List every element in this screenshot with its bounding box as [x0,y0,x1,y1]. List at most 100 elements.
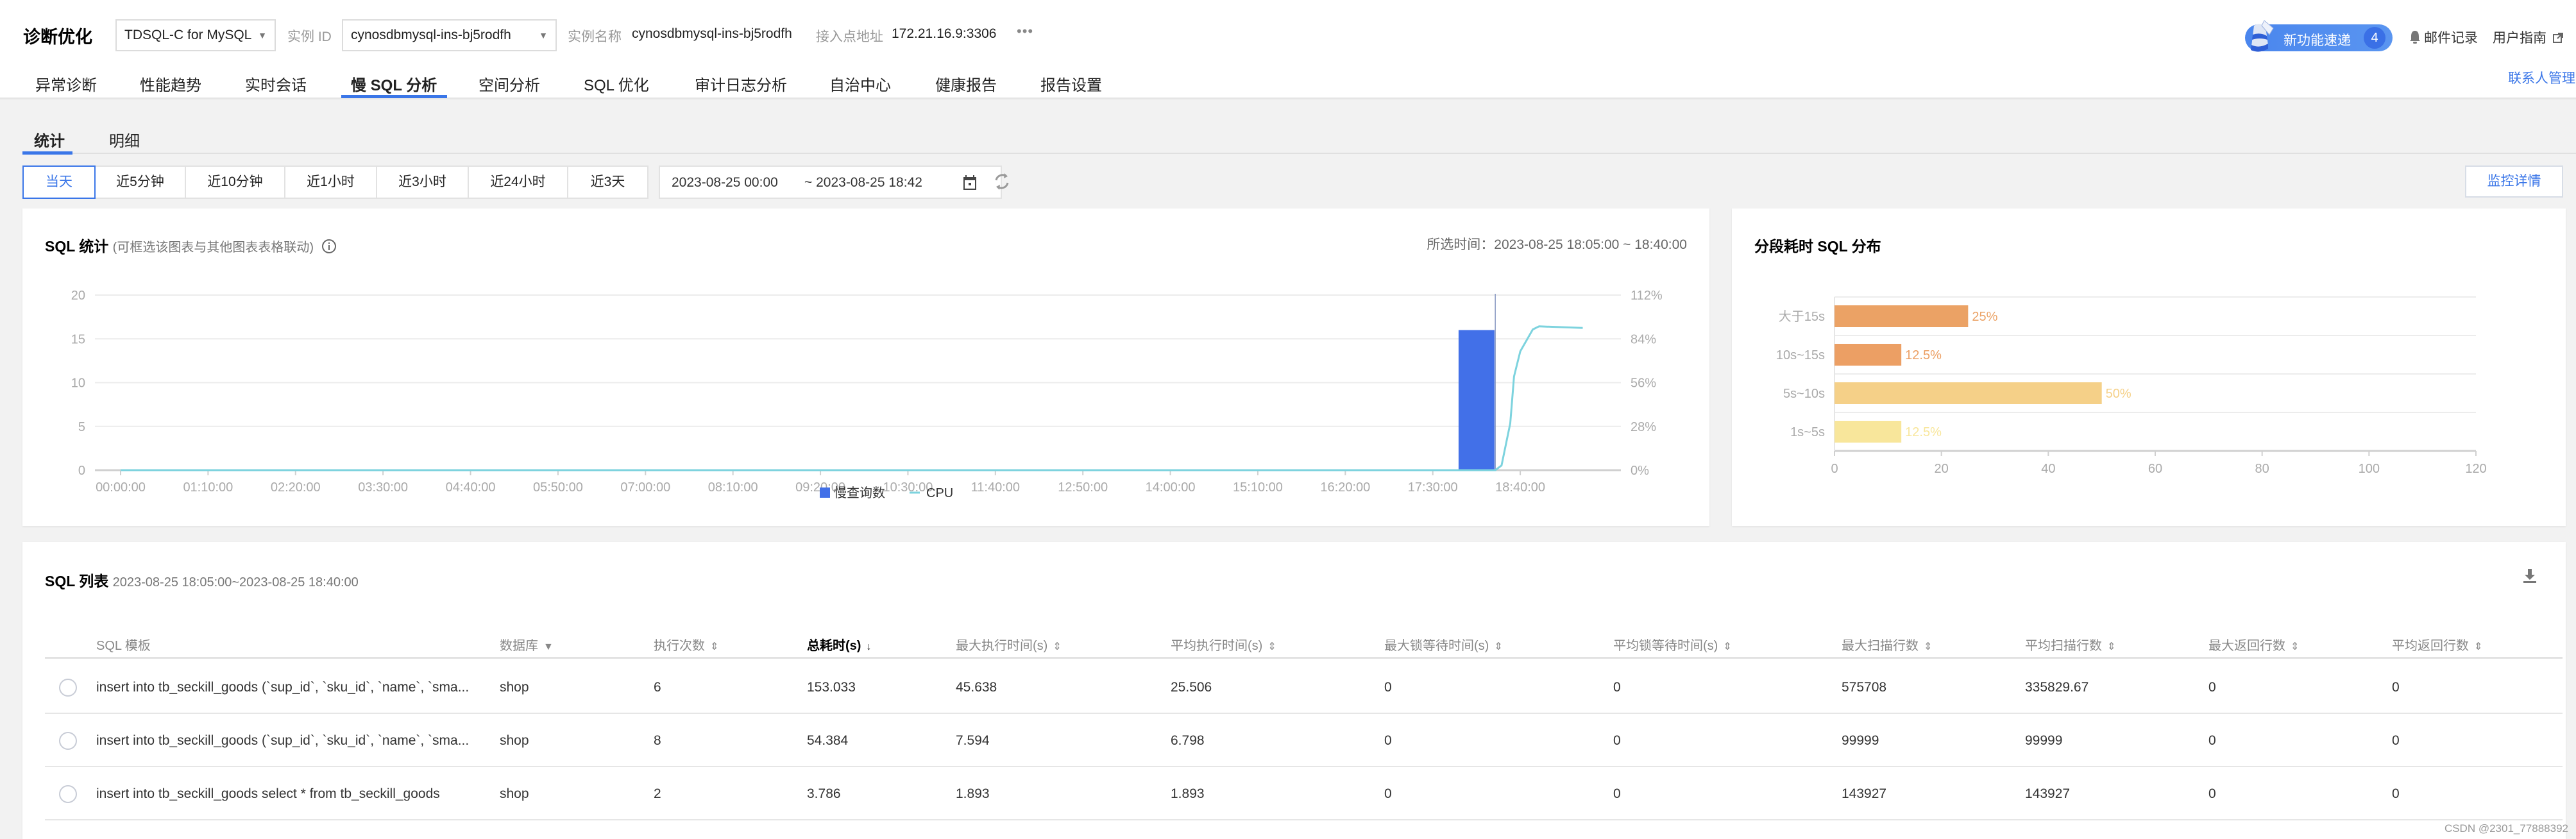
table-cell: 0 [1613,733,1621,748]
distribution-bar [1835,382,2102,404]
subtab-divider [22,153,2576,154]
user-guide-label: 用户指南 [2493,31,2546,46]
sql-template-cell[interactable]: insert into tb_seckill_goods select * fr… [96,786,440,802]
table-row[interactable]: insert into tb_seckill_goods (`sup_id`, … [45,661,2563,714]
sql-template-cell[interactable]: insert into tb_seckill_goods (`sup_id`, … [96,680,469,695]
column-header-label: 最大执行时间(s) [956,639,1048,653]
sort-icon[interactable]: ⇕ [1267,641,1276,652]
x-tick-label: 40 [2041,462,2055,476]
table-cell: 0 [1384,680,1392,695]
filter-icon[interactable]: ▼ [543,641,554,652]
instance-id-value: cynosdbmysql-ins-bj5rodfh [351,28,511,42]
date-range-picker[interactable]: 2023-08-25 00:00 ~ 2023-08-25 18:42 [659,165,1002,199]
row-radio[interactable] [59,785,77,803]
row-radio[interactable] [59,732,77,750]
x-tick-label: 10:30:00 [883,480,933,495]
table-cell: 0 [2392,733,2400,748]
sql-stats-chart[interactable]: 0 0% 5 28% 10 56% 15 84% 20 112% 00:00:00 01:10:00 0… [22,208,1709,526]
sort-icon[interactable]: ⇕ [1494,641,1502,652]
tab-audit-log-analysis[interactable]: 审计日志分析 [695,72,787,95]
user-guide-link[interactable]: 用户指南 [2493,28,2563,47]
x-tick-label: 17:30:00 [1408,480,1458,495]
caret-down-icon: ▼ [539,30,548,40]
y-right-tick-label: 56% [1631,377,1656,391]
tab-performance-trend[interactable]: 性能趋势 [140,72,201,95]
tab-autonomy-center[interactable]: 自治中心 [829,72,891,95]
range-5min-button[interactable]: 近5分钟 [96,165,186,199]
range-24h-button[interactable]: 近24小时 [469,165,568,199]
range-3d-button[interactable]: 近3天 [568,165,648,199]
x-tick-label: 00:00:00 [96,480,146,495]
legend-label-slow-queries: 慢查询数 [834,486,885,500]
subtab-statistics[interactable]: 统计 [34,128,65,151]
tab-anomaly-diagnosis[interactable]: 异常诊断 [35,72,97,95]
x-tick-label: 15:10:00 [1233,480,1283,495]
y-left-tick-label: 10 [71,377,85,391]
column-header[interactable]: 平均返回行数 ⇕ [2392,635,2482,654]
instance-id-label: 实例 ID [287,30,332,44]
column-header[interactable]: 最大锁等待时间(s) ⇕ [1384,635,1503,654]
download-icon[interactable] [2523,568,2537,584]
row-radio[interactable] [59,679,77,697]
column-header[interactable]: 总耗时(s) ↓ [807,635,871,654]
distribution-bar [1835,344,1902,366]
contact-management-link[interactable]: 联系人管理 [2508,68,2575,87]
column-header[interactable]: 数据库 ▼ [500,635,554,654]
subtab-details[interactable]: 明细 [109,128,140,151]
range-1h-button[interactable]: 近1小时 [285,165,377,199]
column-header-label: 平均扫描行数 [2025,639,2102,653]
top-bar: 诊断优化 TDSQL-C for MySQL ▼ 实例 ID cynosdbmy… [0,0,2576,99]
y-left-tick-label: 0 [78,464,85,478]
value-label: 50% [2106,387,2131,401]
table-cell: 0 [2392,680,2400,695]
table-row[interactable]: insert into tb_seckill_goods (`sup_id`, … [45,714,2563,767]
column-header[interactable]: 平均执行时间(s) ⇕ [1171,635,1276,654]
new-features-count: 4 [2364,27,2385,49]
column-header[interactable]: 执行次数 ⇕ [654,635,718,654]
table-cell: 0 [2208,733,2216,748]
table-row[interactable]: insert into tb_seckill_goods select * fr… [45,767,2563,820]
tab-report-settings[interactable]: 报告设置 [1040,72,1102,95]
refresh-icon[interactable] [991,170,1013,193]
column-header[interactable]: 最大返回行数 ⇕ [2208,635,2299,654]
monitor-details-button[interactable]: 监控详情 [2465,165,2563,198]
sql-template-cell[interactable]: insert into tb_seckill_goods (`sup_id`, … [96,733,469,749]
tab-realtime-session[interactable]: 实时会话 [245,72,307,95]
range-today-button[interactable]: 当天 [22,165,96,199]
column-header[interactable]: 平均锁等待时间(s) ⇕ [1613,635,1732,654]
sort-icon[interactable]: ⇕ [1053,641,1061,652]
tab-slow-sql-analysis[interactable]: 慢 SQL 分析 [351,72,437,95]
table-cell: shop [500,680,529,695]
column-header[interactable]: 最大执行时间(s) ⇕ [956,635,1062,654]
category-label: 大于15s [1779,309,1825,324]
sort-icon[interactable]: ⇕ [2291,641,2299,652]
column-header[interactable]: 最大扫描行数 ⇕ [1842,635,1932,654]
more-icon[interactable]: ••• [1017,23,1033,40]
mail-records-link[interactable]: 邮件记录 [2409,28,2478,47]
new-features-button[interactable]: 新功能速递 4 [2245,20,2393,52]
sort-icon[interactable]: ⇕ [1924,641,1932,652]
sort-icon[interactable]: ⇕ [2107,641,2115,652]
sort-icon[interactable]: ⇕ [710,641,718,652]
column-header[interactable]: 平均扫描行数 ⇕ [2025,635,2115,654]
instance-id-select[interactable]: cynosdbmysql-ins-bj5rodfh ▼ [342,19,557,51]
range-10min-button[interactable]: 近10分钟 [186,165,285,199]
sort-icon[interactable]: ⇕ [1723,641,1731,652]
range-3h-button[interactable]: 近3小时 [377,165,469,199]
x-tick-label: 18:40:00 [1495,480,1545,495]
tab-space-analysis[interactable]: 空间分析 [479,72,540,95]
table-header: SQL 模板 数据库 ▼ 执行次数 ⇕ 总耗时(s) ↓ 最大执行时间(s) ⇕ 平均执行时间(s… [45,630,2563,659]
x-tick-label: 20 [1935,462,1949,476]
column-header-label: 平均返回行数 [2392,639,2469,653]
sort-icon[interactable]: ⇕ [2474,641,2482,652]
table-cell: 54.384 [807,733,849,748]
x-tick-label: 14:00:00 [1146,480,1196,495]
sql-list-title: SQL 列表 2023-08-25 18:05:00~2023-08-25 18… [45,569,359,591]
db-type-select[interactable]: TDSQL-C for MySQL ▼ [115,19,276,51]
tab-health-report[interactable]: 健康报告 [935,72,997,95]
tab-sql-optimization[interactable]: SQL 优化 [584,72,649,95]
sort-desc-icon[interactable]: ↓ [866,641,871,652]
x-tick-label: 0 [1831,462,1838,476]
y-right-tick-label: 28% [1631,420,1656,434]
y-right-tick-label: 112% [1631,289,1663,303]
